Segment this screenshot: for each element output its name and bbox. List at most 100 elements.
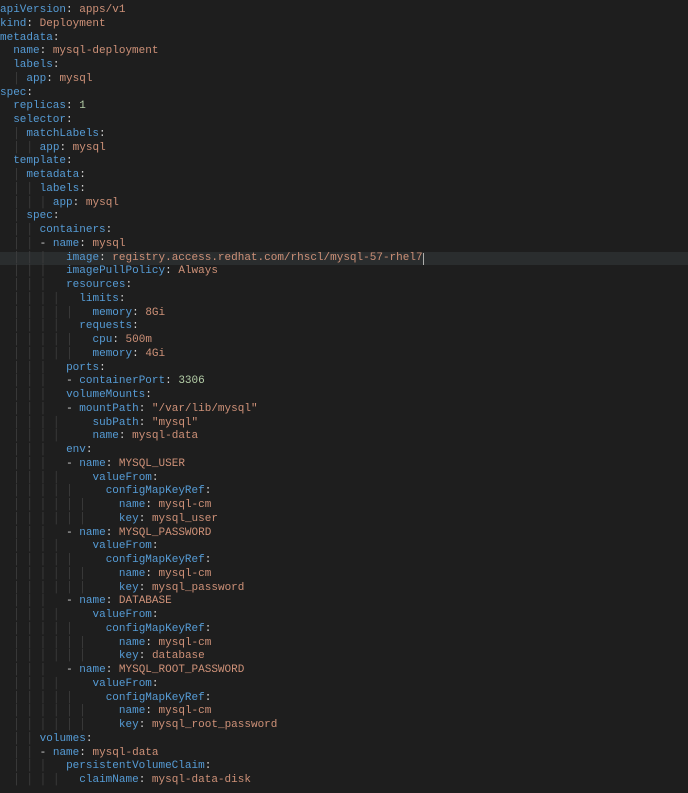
code-line[interactable]: │ │ volumes: <box>0 733 688 747</box>
yaml-key: apiVersion <box>0 4 66 16</box>
code-line[interactable]: │ │ │ │ subPath: "mysql" <box>0 417 688 431</box>
code-line[interactable]: │ │ │ - name: MYSQL_USER <box>0 458 688 472</box>
yaml-key: configMapKeyRef <box>106 623 205 635</box>
code-line[interactable]: │ │ │ │ │ │ key: mysql_user <box>0 513 688 527</box>
yaml-key: app <box>40 142 60 154</box>
yaml-value: mysql-cm <box>159 705 212 717</box>
yaml-key: name <box>119 568 145 580</box>
yaml-value: "/var/lib/mysql" <box>152 403 258 415</box>
yaml-value: mysql_root_password <box>152 719 277 731</box>
code-line[interactable]: selector: <box>0 114 688 128</box>
yaml-key: name <box>119 705 145 717</box>
yaml-value: mysql_password <box>152 582 244 594</box>
code-line[interactable]: │ │ │ │ │ │ name: mysql-cm <box>0 705 688 719</box>
yaml-value: Deployment <box>40 18 106 30</box>
code-line[interactable]: │ │ │ - name: DATABASE <box>0 595 688 609</box>
yaml-key: labels <box>40 183 80 195</box>
code-line[interactable]: │ │ │ - name: MYSQL_PASSWORD <box>0 527 688 541</box>
code-line[interactable]: │ │ │ resources: <box>0 279 688 293</box>
code-line[interactable]: │ │ │ │ │ │ name: mysql-cm <box>0 568 688 582</box>
yaml-key: configMapKeyRef <box>106 692 205 704</box>
code-line[interactable]: │ │ │ │ │ │ key: mysql_root_password <box>0 719 688 733</box>
yaml-key: app <box>26 73 46 85</box>
code-line[interactable]: │ │ │ ports: <box>0 362 688 376</box>
code-line[interactable]: labels: <box>0 59 688 73</box>
yaml-key: spec <box>0 87 26 99</box>
code-line[interactable]: metadata: <box>0 32 688 46</box>
code-line[interactable]: │ │ │ │ │ configMapKeyRef: <box>0 485 688 499</box>
code-line[interactable]: │ │ │ - name: MYSQL_ROOT_PASSWORD <box>0 664 688 678</box>
yaml-key: image <box>66 252 99 264</box>
yaml-value: mysql_user <box>152 513 218 525</box>
code-line[interactable]: │ │ │ │ valueFrom: <box>0 609 688 623</box>
yaml-key: matchLabels <box>26 128 99 140</box>
yaml-key: kind <box>0 18 26 30</box>
code-line[interactable]: replicas: 1 <box>0 100 688 114</box>
code-line[interactable]: │ │ - name: mysql-data <box>0 747 688 761</box>
code-line[interactable]: │ │ │ │ requests: <box>0 320 688 334</box>
yaml-value: mysql-data <box>92 747 158 759</box>
code-line[interactable]: │ │ │ │ name: mysql-data <box>0 430 688 444</box>
code-line[interactable]: apiVersion: apps/v1 <box>0 4 688 18</box>
code-line[interactable]: │ │ - name: mysql <box>0 238 688 252</box>
yaml-value: registry.access.redhat.com/rhscl/mysql-5… <box>112 252 422 264</box>
code-line[interactable]: │ │ │ env: <box>0 444 688 458</box>
code-editor[interactable]: apiVersion: apps/v1kind: Deploymentmetad… <box>0 0 688 788</box>
code-line[interactable]: │ │ │ persistentVolumeClaim: <box>0 760 688 774</box>
code-line[interactable]: │ │ │ image: registry.access.redhat.com/… <box>0 252 688 266</box>
yaml-key: claimName <box>79 774 138 786</box>
yaml-value: mysql-cm <box>159 637 212 649</box>
yaml-value: mysql <box>73 142 106 154</box>
code-line[interactable]: │ │ │ │ valueFrom: <box>0 472 688 486</box>
yaml-key: name <box>79 595 105 607</box>
code-line[interactable]: │ │ app: mysql <box>0 142 688 156</box>
code-line[interactable]: │ │ │ │ │ │ name: mysql-cm <box>0 499 688 513</box>
yaml-key: valueFrom <box>92 609 151 621</box>
code-line[interactable]: │ │ │ │ │ configMapKeyRef: <box>0 554 688 568</box>
code-line[interactable]: │ │ │ │ │ configMapKeyRef: <box>0 692 688 706</box>
code-line[interactable]: │ app: mysql <box>0 73 688 87</box>
yaml-value: mysql-cm <box>159 568 212 580</box>
yaml-key: containerPort <box>79 375 165 387</box>
code-line[interactable]: │ spec: <box>0 210 688 224</box>
code-line[interactable]: │ │ containers: <box>0 224 688 238</box>
code-line[interactable]: │ │ │ │ │ memory: 8Gi <box>0 307 688 321</box>
code-line[interactable]: kind: Deployment <box>0 18 688 32</box>
code-line[interactable]: │ │ │ │ │ memory: 4Gi <box>0 348 688 362</box>
yaml-value: mysql <box>86 197 119 209</box>
yaml-key: env <box>66 444 86 456</box>
yaml-key: ports <box>66 362 99 374</box>
code-line[interactable]: │ │ │ │ │ │ key: database <box>0 650 688 664</box>
yaml-key: cpu <box>93 334 113 346</box>
yaml-key: key <box>119 719 139 731</box>
code-line[interactable]: name: mysql-deployment <box>0 45 688 59</box>
code-line[interactable]: │ │ │ - mountPath: "/var/lib/mysql" <box>0 403 688 417</box>
code-line[interactable]: │ │ │ │ limits: <box>0 293 688 307</box>
code-line[interactable]: │ │ │ │ │ │ name: mysql-cm <box>0 637 688 651</box>
code-line[interactable]: spec: <box>0 87 688 101</box>
yaml-key: volumeMounts <box>66 389 145 401</box>
code-line[interactable]: │ matchLabels: <box>0 128 688 142</box>
yaml-value: MYSQL_ROOT_PASSWORD <box>119 664 244 676</box>
code-line[interactable]: │ │ │ imagePullPolicy: Always <box>0 265 688 279</box>
yaml-value: Always <box>178 265 218 277</box>
yaml-key: metadata <box>0 32 53 44</box>
yaml-value: database <box>152 650 205 662</box>
code-line[interactable]: │ │ │ │ │ configMapKeyRef: <box>0 623 688 637</box>
yaml-value: mysql <box>92 238 125 250</box>
code-line[interactable]: template: <box>0 155 688 169</box>
code-line[interactable]: │ │ │ │ claimName: mysql-data-disk <box>0 774 688 788</box>
yaml-key: template <box>13 155 66 167</box>
yaml-value: 8Gi <box>145 307 165 319</box>
code-line[interactable]: │ │ │ │ │ cpu: 500m <box>0 334 688 348</box>
code-line[interactable]: │ metadata: <box>0 169 688 183</box>
code-line[interactable]: │ │ labels: <box>0 183 688 197</box>
code-line[interactable]: │ │ │ │ valueFrom: <box>0 678 688 692</box>
yaml-value: mysql-cm <box>159 499 212 511</box>
yaml-key: name <box>92 430 118 442</box>
code-line[interactable]: │ │ │ volumeMounts: <box>0 389 688 403</box>
code-line[interactable]: │ │ │ │ valueFrom: <box>0 540 688 554</box>
code-line[interactable]: │ │ │ - containerPort: 3306 <box>0 375 688 389</box>
code-line[interactable]: │ │ │ │ │ │ key: mysql_password <box>0 582 688 596</box>
code-line[interactable]: │ │ │ app: mysql <box>0 197 688 211</box>
